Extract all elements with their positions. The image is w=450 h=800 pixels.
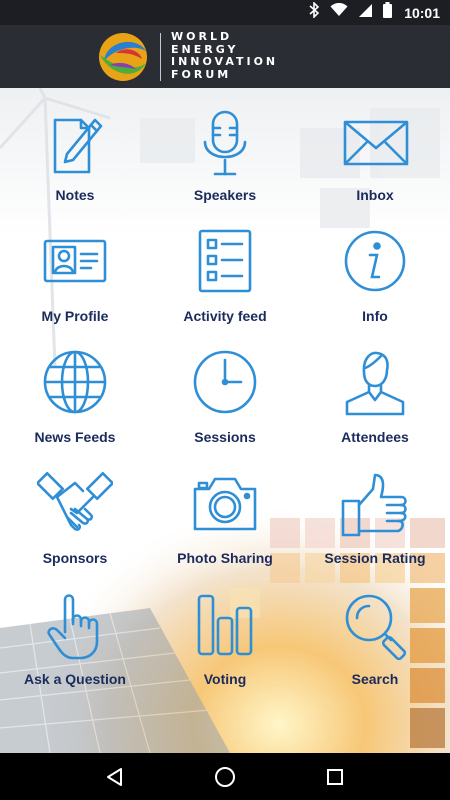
clock-icon <box>187 348 263 424</box>
menu-item-label: Info <box>362 308 388 324</box>
menu-item-search[interactable]: Search <box>300 584 450 705</box>
menu-item-label: Inbox <box>356 187 394 203</box>
menu-item-label: News Feeds <box>34 429 116 445</box>
menu-item-sponsors[interactable]: Sponsors <box>0 463 150 584</box>
back-button[interactable] <box>95 757 135 797</box>
menu-item-speakers[interactable]: Speakers <box>150 100 300 221</box>
status-time: 10:01 <box>404 4 440 21</box>
globe-icon <box>37 348 113 424</box>
list-icon <box>187 227 263 303</box>
menu-item-label: Photo Sharing <box>177 550 273 566</box>
menu-item-news-feeds[interactable]: News Feeds <box>0 342 150 463</box>
bar-chart-icon <box>187 590 263 666</box>
handshake-icon <box>35 469 115 545</box>
menu-item-label: Search <box>351 671 399 687</box>
menu-item-label: Attendees <box>341 429 409 445</box>
recents-icon <box>327 768 343 785</box>
search-icon <box>337 590 413 666</box>
menu-item-label: Voting <box>203 671 247 687</box>
feature-grid: Notes Speakers Inbox My Profile Activity… <box>0 100 450 705</box>
pointing-hand-icon <box>37 590 113 666</box>
notes-icon <box>37 106 113 182</box>
menu-item-my-profile[interactable]: My Profile <box>0 221 150 342</box>
navigation-bar <box>0 753 450 800</box>
home-button[interactable] <box>205 757 245 797</box>
app-header: WORLD ENERGY INNOVATION FORUM <box>0 25 450 88</box>
logo-line: INNOVATION <box>171 55 279 68</box>
forum-logo-icon <box>96 31 150 83</box>
menu-item-label: Speakers <box>193 187 257 203</box>
menu-item-notes[interactable]: Notes <box>0 100 150 221</box>
envelope-icon <box>337 106 413 182</box>
info-icon <box>337 227 413 303</box>
menu-item-sessions[interactable]: Sessions <box>150 342 300 463</box>
menu-item-label: My Profile <box>41 308 109 324</box>
menu-item-info[interactable]: Info <box>300 221 450 342</box>
logo-line: FORUM <box>171 67 232 81</box>
status-bar: 10:01 <box>0 0 450 25</box>
logo-divider <box>160 33 161 81</box>
menu-item-activity-feed[interactable]: Activity feed <box>150 221 300 342</box>
wifi-icon <box>330 2 348 22</box>
menu-item-label: Sessions <box>194 429 256 445</box>
forum-logo-text: WORLD ENERGY INNOVATION FORUM <box>171 30 279 81</box>
camera-icon <box>187 469 263 545</box>
menu-item-label: Ask a Question <box>24 671 126 687</box>
home-icon <box>215 766 235 787</box>
thumbs-up-icon <box>337 469 413 545</box>
person-icon <box>337 348 413 424</box>
menu-item-session-rating[interactable]: Session Rating <box>300 463 450 584</box>
menu-item-label: Session Rating <box>324 550 426 566</box>
logo-line: WORLD <box>171 30 233 43</box>
id-card-icon <box>37 227 113 303</box>
menu-item-label: Sponsors <box>42 550 108 566</box>
recents-button[interactable] <box>315 757 355 797</box>
status-icons: 10:01 <box>308 1 440 23</box>
microphone-icon <box>187 106 263 182</box>
menu-item-photo-sharing[interactable]: Photo Sharing <box>150 463 300 584</box>
menu-item-attendees[interactable]: Attendees <box>300 342 450 463</box>
battery-icon <box>383 2 393 23</box>
menu-item-inbox[interactable]: Inbox <box>300 100 450 221</box>
back-icon <box>107 767 122 786</box>
menu-item-voting[interactable]: Voting <box>150 584 300 705</box>
menu-item-label: Activity feed <box>183 308 267 324</box>
bluetooth-icon <box>308 1 320 23</box>
menu-item-ask-a-question[interactable]: Ask a Question <box>0 584 150 705</box>
signal-icon <box>358 3 373 23</box>
menu-item-label: Notes <box>55 187 95 203</box>
